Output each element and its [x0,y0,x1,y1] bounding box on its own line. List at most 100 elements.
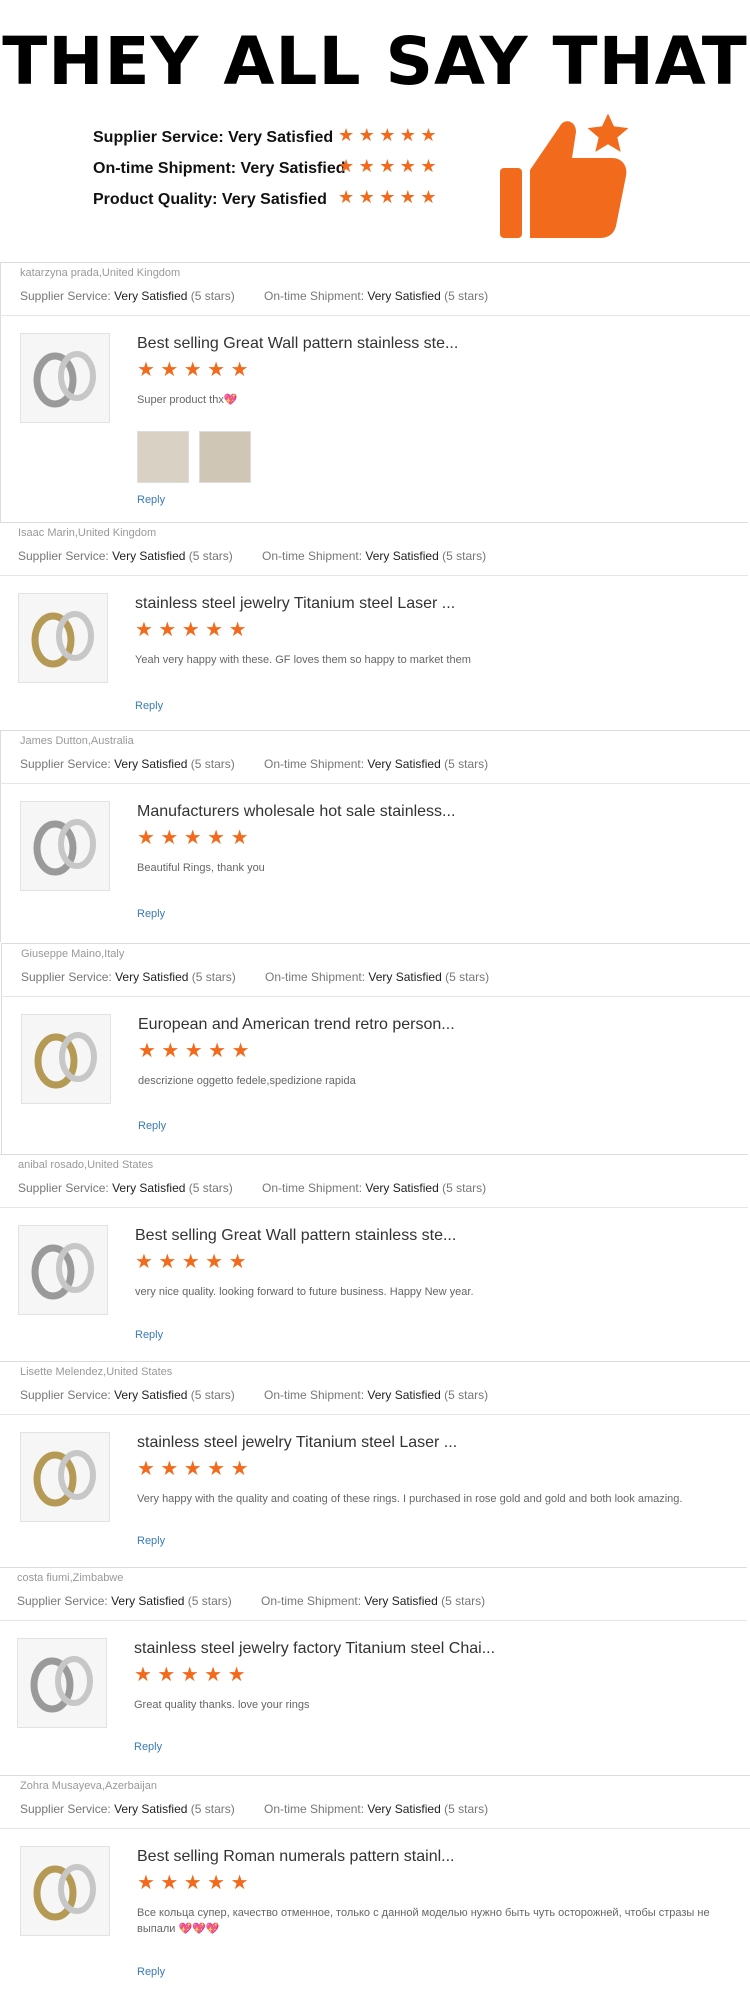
star-icon: ★ [205,619,225,641]
reply-link[interactable]: Reply [137,908,165,920]
product-image[interactable] [20,801,110,891]
divider [0,315,750,316]
star-icon: ★ [184,1040,204,1062]
product-title-link[interactable]: Best selling Great Wall pattern stainles… [137,335,458,353]
product-title-link[interactable]: stainless steel jewelry Titanium steel L… [135,595,455,613]
supplier-service-stars-note: (5 stars) [190,757,235,771]
star-icon: ★ [379,187,396,207]
divider [0,1567,747,1568]
star-icon: ★ [230,1458,250,1480]
shipment-value: Very Satisfied [364,1594,438,1608]
shipment-value: Very Satisfied [365,1181,439,1195]
product-title-link[interactable]: stainless steel jewelry Titanium steel L… [137,1434,457,1452]
star-rating: ★ ★ ★ ★ ★ [135,619,248,641]
reply-link[interactable]: Reply [137,1966,165,1978]
ring-icon [31,611,94,668]
product-image[interactable] [18,1225,108,1315]
review-ratings: Supplier Service: Very Satisfied (5 star… [18,549,486,563]
summary-label: Product Quality: Very Satisfied [93,191,327,208]
reply-link[interactable]: Reply [135,700,163,712]
star-rating: ★ ★ ★ ★ ★ [137,827,250,849]
review-card: Isaac Marin,United Kingdom Supplier Servi… [0,522,748,730]
shipment-value: Very Satisfied [365,549,439,563]
reply-link[interactable]: Reply [137,1535,165,1547]
shipment-label: On-time Shipment: [262,549,363,563]
reply-link[interactable]: Reply [137,494,165,506]
divider [0,1414,750,1415]
star-icon: ★ [399,187,416,207]
star-icon: ★ [135,1251,154,1273]
product-title-link[interactable]: stainless steel jewelry factory Titanium… [134,1640,495,1658]
shipment-value: Very Satisfied [367,1388,441,1402]
star-icon: ★ [338,156,355,176]
star-icon: ★ [160,1458,180,1480]
shipment-stars-note: (5 stars) [444,757,489,771]
review-ratings: Supplier Service: Very Satisfied (5 star… [20,1388,488,1402]
shipment-value: Very Satisfied [368,970,442,984]
product-title-link[interactable]: European and American trend retro person… [138,1016,455,1034]
star-icon: ★ [183,1458,203,1480]
reviewer-name: costa fiumi,Zimbabwe [17,1572,124,1584]
reviewer-name: James Dutton,Australia [20,735,134,747]
product-title-link[interactable]: Manufacturers wholesale hot sale stainle… [137,803,455,821]
product-image[interactable] [20,333,110,423]
summary-label: Supplier Service: Very Satisfied [93,129,334,146]
reply-link[interactable]: Reply [138,1120,166,1132]
divider [0,730,1,942]
review-card: Zohra Musayeva,Azerbaijan Supplier Servic… [0,1775,750,2000]
supplier-service-label: Supplier Service: [17,1594,108,1608]
supplier-service-stars-note: (5 stars) [188,1181,233,1195]
reviewer-name: anibal rosado,United States [18,1159,154,1171]
summary-label: On-time Shipment: Very Satisfied [93,160,346,177]
product-image[interactable] [17,1638,107,1728]
product-image[interactable] [21,1014,111,1104]
product-title-link[interactable]: Best selling Great Wall pattern stainles… [135,1227,456,1245]
star-icon: ★ [230,359,250,381]
reply-link[interactable]: Reply [135,1329,163,1341]
star-icon: ★ [420,187,437,207]
star-icon: ★ [208,1040,228,1062]
star-rating: ★ ★ ★ ★ ★ [134,1664,247,1686]
supplier-service-value: Very Satisfied [112,1181,186,1195]
ring-icon [33,819,96,876]
star-icon: ★ [181,1251,201,1273]
star-icon: ★ [137,827,156,849]
review-comment: Beautiful Rings, thank you [137,862,265,874]
supplier-service-label: Supplier Service: [20,757,111,771]
star-rating: ★ ★ ★ ★ ★ [137,359,250,381]
product-title-link[interactable]: Best selling Roman numerals pattern stai… [137,1848,454,1866]
shipment-value: Very Satisfied [367,289,441,303]
product-image[interactable] [18,593,108,683]
reply-link[interactable]: Reply [134,1741,162,1753]
star-icon: ★ [137,1872,156,1894]
product-image[interactable] [20,1432,110,1522]
divider [0,262,750,263]
star-icon: ★ [207,359,227,381]
shipment-stars-note: (5 stars) [444,1802,489,1816]
review-ratings: Supplier Service: Very Satisfied (5 star… [20,1802,488,1816]
star-icon: ★ [160,359,180,381]
divider [0,575,748,576]
supplier-service-stars-note: (5 stars) [190,1802,235,1816]
review-photo[interactable] [137,431,189,483]
star-icon: ★ [158,1251,178,1273]
star-icon: ★ [227,1664,247,1686]
star-icon: ★ [160,827,180,849]
star-icon: ★ [183,1872,203,1894]
star-icon: ★ [207,1872,227,1894]
divider [0,522,748,523]
supplier-service-stars-note: (5 stars) [190,1388,235,1402]
star-icon: ★ [399,156,416,176]
review-comment: Super product thx💖 [137,394,238,406]
star-icon: ★ [137,359,156,381]
star-icon: ★ [181,619,201,641]
product-image[interactable] [20,1846,110,1936]
divider [0,262,1,522]
review-photo[interactable] [199,431,251,483]
shipment-rating: On-time Shipment: Very Satisfied (5 star… [262,549,486,563]
review-comment: Great quality thanks. love your rings [134,1699,310,1711]
shipment-rating: On-time Shipment: Very Satisfied (5 star… [265,970,489,984]
shipment-value: Very Satisfied [367,757,441,771]
divider [0,730,750,731]
reviewer-name: Lisette Melendez,United States [20,1366,173,1378]
